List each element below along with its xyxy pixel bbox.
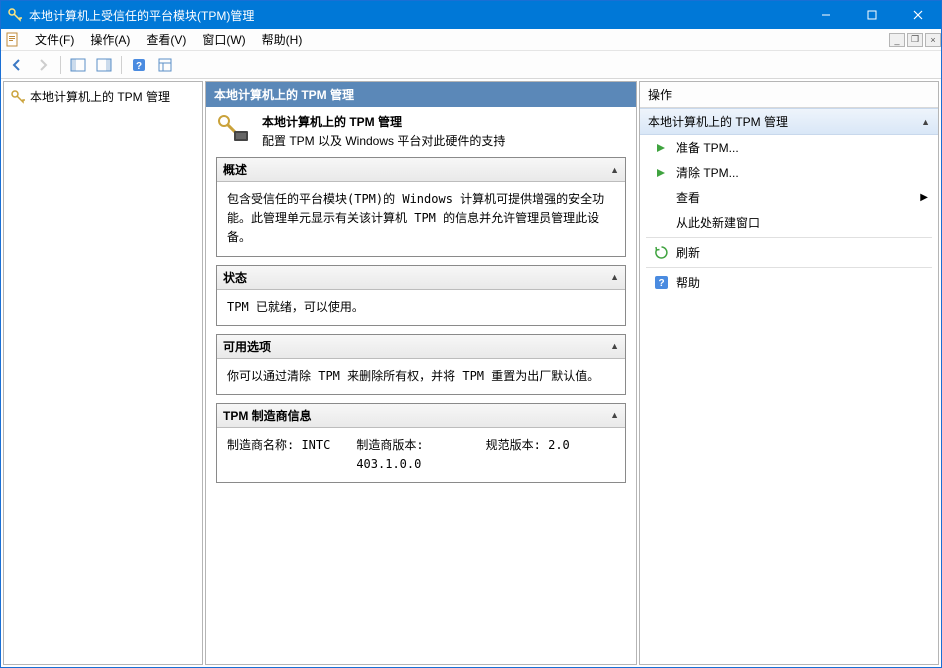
action-prepare-label: 准备 TPM... (676, 139, 739, 156)
titlebar[interactable]: 本地计算机上受信任的平台模块(TPM)管理 (1, 1, 941, 29)
panel-overview: 概述 ▲ 包含受信任的平台模块(TPM)的 Windows 计算机可提供增强的安… (216, 157, 626, 257)
intro-title: 本地计算机上的 TPM 管理 (262, 113, 505, 130)
center-header: 本地计算机上的 TPM 管理 (206, 82, 636, 107)
collapse-icon: ▲ (610, 165, 619, 175)
content-area: 本地计算机上的 TPM 管理 本地计算机上的 TPM 管理 本地计算机上的 TP… (1, 79, 941, 667)
panel-options: 可用选项 ▲ 你可以通过清除 TPM 来删除所有权，并将 TPM 重置为出厂默认… (216, 334, 626, 395)
refresh-icon (654, 246, 668, 260)
intro-subtitle: 配置 TPM 以及 Windows 平台对此硬件的支持 (262, 134, 505, 148)
mfr-name-value: INTC (301, 438, 330, 452)
menu-window[interactable]: 窗口(W) (194, 29, 253, 50)
minimize-button[interactable] (803, 1, 849, 29)
center-pane: 本地计算机上的 TPM 管理 本地计算机上的 TPM 管理 配置 TPM 以及 … (205, 81, 637, 665)
panel-status: 状态 ▲ TPM 已就绪，可以使用。 (216, 265, 626, 326)
actions-pane-header: 操作 (640, 82, 938, 108)
panel-manufacturer-header[interactable]: TPM 制造商信息 ▲ (217, 404, 625, 428)
panel-options-header[interactable]: 可用选项 ▲ (217, 335, 625, 359)
chevron-right-icon: ▶ (920, 192, 928, 203)
panel-status-title: 状态 (223, 269, 610, 286)
mdi-restore-button[interactable]: ❐ (907, 33, 923, 47)
mdi-close-button[interactable]: × (925, 33, 941, 47)
action-clear-label: 清除 TPM... (676, 164, 739, 181)
panel-status-header[interactable]: 状态 ▲ (217, 266, 625, 290)
action-new-window[interactable]: 从此处新建窗口 (640, 210, 938, 235)
show-hide-tree-button[interactable] (66, 54, 90, 76)
mfr-name-label: 制造商名称: (227, 438, 301, 452)
action-refresh[interactable]: 刷新 (640, 240, 938, 265)
back-button[interactable] (5, 54, 29, 76)
help-toolbar-button[interactable]: ? (127, 54, 151, 76)
arrow-right-green-icon (654, 141, 668, 155)
collapse-icon: ▲ (610, 341, 619, 351)
blank-icon (654, 191, 668, 205)
action-help[interactable]: ? 帮助 (640, 270, 938, 295)
spec-version-value: 2.0 (548, 438, 570, 452)
action-prepare-tpm[interactable]: 准备 TPM... (640, 135, 938, 160)
center-body: 本地计算机上的 TPM 管理 配置 TPM 以及 Windows 平台对此硬件的… (206, 107, 636, 664)
show-hide-actions-button[interactable] (92, 54, 116, 76)
mdi-minimize-button[interactable]: _ (889, 33, 905, 47)
mmc-document-icon (5, 32, 21, 48)
actions-pane: 操作 本地计算机上的 TPM 管理 ▲ 准备 TPM... 清除 TPM... … (639, 81, 939, 665)
action-new-window-label: 从此处新建窗口 (676, 214, 760, 231)
view-mode-button[interactable] (153, 54, 177, 76)
mfr-version-value: 403.1.0.0 (356, 457, 421, 471)
svg-text:?: ? (136, 61, 142, 72)
panel-overview-body: 包含受信任的平台模块(TPM)的 Windows 计算机可提供增强的安全功能。此… (217, 182, 625, 256)
panel-overview-title: 概述 (223, 161, 610, 178)
arrow-right-green-icon (654, 166, 668, 180)
menu-file[interactable]: 文件(F) (27, 29, 82, 50)
tree-root-label: 本地计算机上的 TPM 管理 (30, 88, 170, 105)
mfr-version-label: 制造商版本: (356, 438, 423, 452)
blank-icon (654, 216, 668, 230)
actions-separator (646, 237, 932, 238)
action-help-label: 帮助 (676, 274, 700, 291)
collapse-icon: ▲ (610, 272, 619, 282)
tree-root-item[interactable]: 本地计算机上的 TPM 管理 (8, 86, 198, 107)
menu-view[interactable]: 查看(V) (138, 29, 194, 50)
panel-options-body: 你可以通过清除 TPM 来删除所有权，并将 TPM 重置为出厂默认值。 (217, 359, 625, 394)
panel-overview-header[interactable]: 概述 ▲ (217, 158, 625, 182)
collapse-icon: ▲ (610, 410, 619, 420)
close-button[interactable] (895, 1, 941, 29)
menu-action[interactable]: 操作(A) (82, 29, 138, 50)
tpm-key-chip-icon (216, 113, 252, 149)
tpm-key-icon (7, 7, 23, 23)
spec-version-label: 规范版本: (486, 438, 548, 452)
svg-text:?: ? (658, 278, 664, 289)
actions-group-header[interactable]: 本地计算机上的 TPM 管理 ▲ (640, 108, 938, 135)
menubar: 文件(F) 操作(A) 查看(V) 窗口(W) 帮助(H) _ ❐ × (1, 29, 941, 51)
intro-section: 本地计算机上的 TPM 管理 配置 TPM 以及 Windows 平台对此硬件的… (216, 113, 626, 149)
actions-separator (646, 267, 932, 268)
window-title: 本地计算机上受信任的平台模块(TPM)管理 (29, 7, 803, 24)
panel-status-body: TPM 已就绪，可以使用。 (217, 290, 625, 325)
panel-options-title: 可用选项 (223, 338, 610, 355)
maximize-button[interactable] (849, 1, 895, 29)
forward-button[interactable] (31, 54, 55, 76)
mmc-window: 本地计算机上受信任的平台模块(TPM)管理 文件(F) 操作(A) 查看(V) … (0, 0, 942, 668)
actions-group-title: 本地计算机上的 TPM 管理 (648, 113, 921, 130)
menu-help[interactable]: 帮助(H) (254, 29, 311, 50)
tree-pane[interactable]: 本地计算机上的 TPM 管理 (3, 81, 203, 665)
panel-manufacturer: TPM 制造商信息 ▲ 制造商名称: INTC 制造商版本: 403.1.0.0 (216, 403, 626, 483)
action-clear-tpm[interactable]: 清除 TPM... (640, 160, 938, 185)
panel-manufacturer-title: TPM 制造商信息 (223, 407, 610, 424)
action-view[interactable]: 查看 ▶ (640, 185, 938, 210)
help-icon: ? (654, 276, 668, 290)
action-refresh-label: 刷新 (676, 244, 700, 261)
toolbar: ? (1, 51, 941, 79)
window-controls (803, 1, 941, 29)
action-view-label: 查看 (676, 189, 700, 206)
tpm-key-icon (10, 89, 26, 105)
manufacturer-row: 制造商名称: INTC 制造商版本: 403.1.0.0 规范版本: 2.0 (227, 436, 615, 474)
collapse-icon: ▲ (921, 117, 930, 127)
